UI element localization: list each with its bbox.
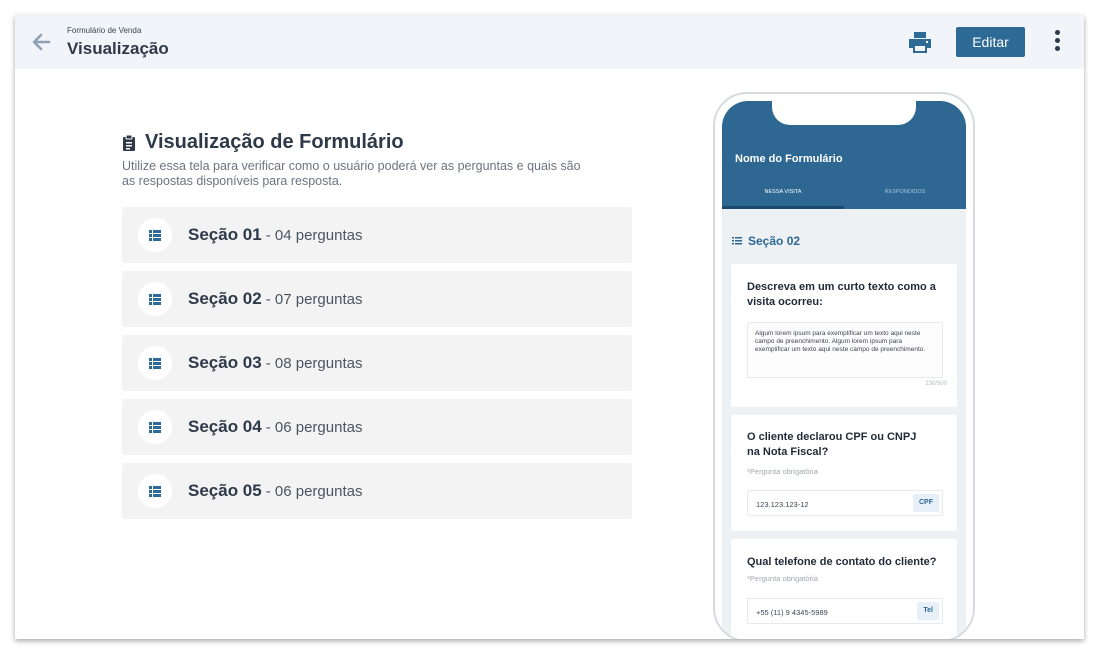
list-icon-badge: [138, 474, 172, 508]
printer-icon[interactable]: [908, 31, 932, 53]
page-title: Visualização: [67, 39, 169, 58]
list-icon: [149, 421, 161, 433]
question-card-3: Qual telefone de contato do cliente? *Pe…: [731, 539, 957, 639]
question-label: Qual telefone de contato do cliente?: [747, 556, 937, 568]
question-label: O cliente declarou CPF ou CNPJ na Nota F…: [747, 431, 917, 458]
section-name: Seção 01: [188, 225, 262, 244]
arrow-left-icon[interactable]: [30, 31, 52, 53]
list-icon-badge: [138, 218, 172, 252]
list-icon: [732, 237, 742, 245]
tab-respondidos[interactable]: RESPONDIDOS: [844, 189, 966, 195]
list-icon-badge: [138, 346, 172, 380]
char-counter: 230/500: [925, 381, 947, 387]
phone-field[interactable]: +55 (11) 9 4345-5989 Tel: [747, 598, 943, 624]
tab-nessa-visita[interactable]: NESSA VISITA: [722, 189, 844, 195]
field-type-tag: CPF: [913, 494, 939, 512]
clipboard-icon: [123, 134, 135, 151]
section-list: Seção 01 - 04 perguntas Seção 02 - 07 pe…: [122, 207, 632, 527]
list-icon-badge: [138, 410, 172, 444]
form-name: Nome do Formulário: [735, 153, 843, 165]
required-hint: *Pergunta obrigatória: [747, 467, 818, 476]
edit-button[interactable]: Editar: [956, 27, 1025, 57]
list-icon: [149, 485, 161, 497]
section-item-03[interactable]: Seção 03 - 08 perguntas: [122, 335, 632, 391]
section-item-01[interactable]: Seção 01 - 04 perguntas: [122, 207, 632, 263]
section-count: - 04 perguntas: [265, 226, 363, 244]
answer-textarea[interactable]: Algum lorem ipsum para exemplificar um t…: [747, 322, 943, 378]
section-name: Seção 03: [188, 353, 262, 372]
question-label: Descreva em um curto texto como a visita…: [747, 281, 936, 308]
section-count: - 07 perguntas: [265, 290, 363, 308]
vertical-dots-icon[interactable]: [1050, 30, 1064, 56]
phone-notch: [772, 101, 916, 125]
preview-section-label: Seção 02: [748, 234, 801, 248]
section-item-02[interactable]: Seção 02 - 07 perguntas: [122, 271, 632, 327]
question-card-2: O cliente declarou CPF ou CNPJ na Nota F…: [731, 415, 957, 531]
list-icon-badge: [138, 282, 172, 316]
header-bar: Formulário de Venda Visualização Editar: [15, 15, 1084, 69]
section-name: Seção 02: [188, 289, 262, 308]
field-value: +55 (11) 9 4345-5989: [756, 608, 828, 617]
active-tab-indicator: [722, 206, 844, 209]
phone-preview: Nome do Formulário NESSA VISITA RESPONDI…: [713, 92, 975, 639]
section-count: - 06 perguntas: [265, 482, 363, 500]
list-icon: [149, 293, 161, 305]
preview-section-title: Seção 02: [732, 234, 800, 248]
description-text: Utilize essa tela para verificar como o …: [122, 159, 581, 188]
section-count: - 06 perguntas: [265, 418, 363, 436]
list-icon: [149, 229, 161, 241]
form-preview-heading: Visualização de Formulário: [122, 131, 404, 154]
phone-app-header: Nome do Formulário NESSA VISITA RESPONDI…: [722, 101, 966, 209]
section-name: Seção 04: [188, 417, 262, 436]
app-window: Formulário de Venda Visualização Editar …: [15, 15, 1084, 639]
list-icon: [149, 357, 161, 369]
section-count: - 08 perguntas: [265, 354, 363, 372]
breadcrumb: Formulário de Venda: [67, 26, 142, 35]
section-item-05[interactable]: Seção 05 - 06 perguntas: [122, 463, 632, 519]
field-type-tag: Tel: [917, 602, 939, 620]
cpf-field[interactable]: 123.123.123-12 CPF: [747, 490, 943, 516]
field-value: 123.123.123-12: [756, 500, 809, 509]
question-card-1: Descreva em um curto texto como a visita…: [731, 264, 957, 407]
section-item-04[interactable]: Seção 04 - 06 perguntas: [122, 399, 632, 455]
required-hint: *Pergunta obrigatória: [747, 574, 818, 583]
section-name: Seção 05: [188, 481, 262, 500]
phone-screen: Nome do Formulário NESSA VISITA RESPONDI…: [722, 101, 966, 639]
section-heading: Visualização de Formulário: [145, 131, 404, 153]
